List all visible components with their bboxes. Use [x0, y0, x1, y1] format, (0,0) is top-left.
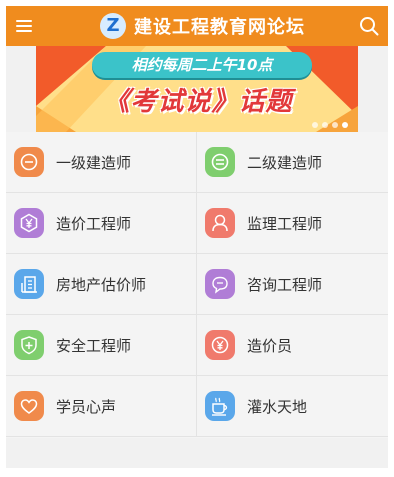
category-label: 学员心声 — [56, 397, 117, 416]
site-logo-icon: Z — [100, 13, 126, 39]
promo-banner[interactable]: 相约每周二上午10点 《考试说》话题 — [36, 46, 358, 132]
category-jianli-gongchengshi[interactable]: 监理工程师 — [197, 193, 388, 254]
banner-topic-text: 《考试说》话题 — [103, 87, 293, 117]
category-label: 房地产估价师 — [56, 275, 147, 294]
banner-pager[interactable] — [312, 122, 348, 128]
chat-bubble-icon — [205, 269, 235, 299]
category-label: 监理工程师 — [247, 214, 323, 233]
user-icon — [205, 208, 235, 238]
category-zaojia-gongchengshi[interactable]: 造价工程师 — [6, 193, 197, 254]
pager-dot[interactable] — [312, 122, 318, 128]
category-label: 一级建造师 — [56, 153, 132, 172]
category-anquan-gongchengshi[interactable]: 安全工程师 — [6, 315, 197, 376]
category-label: 安全工程师 — [56, 336, 132, 355]
category-label: 咨询工程师 — [247, 275, 323, 294]
banner-schedule-text: 相约每周二上午10点 — [92, 52, 312, 78]
yen-circle-icon — [205, 330, 235, 360]
category-zaojiayuan[interactable]: 造价员 — [197, 315, 388, 376]
category-label: 二级建造师 — [247, 153, 323, 172]
category-guanshui-tiandi[interactable]: 灌水天地 — [197, 376, 388, 437]
site-brand[interactable]: Z 建设工程教育网论坛 — [100, 12, 305, 40]
search-icon[interactable] — [358, 15, 380, 37]
app-frame: Z 建设工程教育网论坛 相约每周二上午10点 《考试说》话题 一级建造师 二级建… — [6, 6, 388, 468]
logo-letter: Z — [106, 15, 120, 36]
pager-dot[interactable] — [342, 122, 348, 128]
coffee-cup-icon — [205, 391, 235, 421]
top-bar: Z 建设工程教育网论坛 — [6, 6, 388, 46]
equals-circle-icon — [205, 147, 235, 177]
category-xueyuan-xinsheng[interactable]: 学员心声 — [6, 376, 197, 437]
category-grid: 一级建造师 二级建造师 造价工程师 监理工程师 房地产估价师 咨询工程师 安全工… — [6, 132, 388, 438]
pager-dot[interactable] — [332, 122, 338, 128]
category-label: 造价员 — [247, 336, 293, 355]
minus-circle-icon — [14, 147, 44, 177]
category-yiji-jianzaoshi[interactable]: 一级建造师 — [6, 132, 197, 193]
site-title: 建设工程教育网论坛 — [134, 17, 305, 38]
shield-plus-icon — [14, 330, 44, 360]
yen-hexagon-icon — [14, 208, 44, 238]
category-fangdichan-gujiashi[interactable]: 房地产估价师 — [6, 254, 197, 315]
category-label: 造价工程师 — [56, 214, 132, 233]
category-erji-jianzaoshi[interactable]: 二级建造师 — [197, 132, 388, 193]
heart-icon — [14, 391, 44, 421]
building-icon — [14, 269, 44, 299]
category-zixun-gongchengshi[interactable]: 咨询工程师 — [197, 254, 388, 315]
pager-dot[interactable] — [322, 122, 328, 128]
category-label: 灌水天地 — [247, 397, 308, 416]
menu-icon[interactable] — [14, 16, 34, 36]
